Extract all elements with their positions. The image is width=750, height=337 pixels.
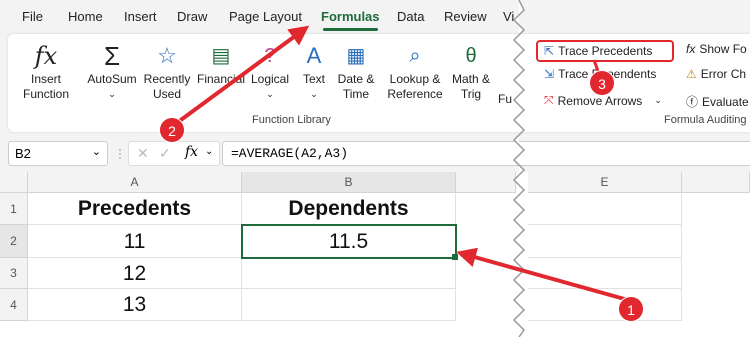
enter-icon[interactable]: ✓ (159, 145, 171, 162)
fx-icon: fx (34, 42, 58, 70)
show-formulas-icon: fx (686, 42, 696, 56)
fx-icon[interactable]: fx (185, 144, 198, 160)
math-trig-button[interactable]: θ Math & Trig (449, 42, 493, 102)
row-header-2[interactable]: 2 (0, 225, 28, 258)
callout-badge-1: 1 (618, 296, 644, 322)
chevron-down-icon: ⌄ (91, 146, 101, 158)
evaluate-formula-button[interactable]: ⓕ Evaluate (686, 93, 749, 110)
cell-e1[interactable] (528, 193, 682, 225)
formula-auditing-label: Formula Auditing (664, 114, 747, 126)
error-checking-button[interactable]: ⚠ Error Ch (686, 67, 746, 81)
cell-e4[interactable] (528, 289, 682, 321)
chevron-down-icon[interactable]: ⌄ (205, 146, 213, 157)
callout-badge-3: 3 (589, 70, 615, 96)
column-header-f[interactable] (682, 172, 750, 193)
fill-handle[interactable] (452, 254, 458, 260)
trace-precedents-icon: ⇱ (544, 44, 555, 58)
tab-data[interactable]: Data (397, 9, 424, 24)
selected-cell-outline (241, 224, 457, 259)
autosum-button[interactable]: Σ AutoSum ⌄ (82, 42, 142, 102)
cell-a4[interactable]: 13 (28, 289, 242, 321)
tab-file[interactable]: File (22, 9, 43, 24)
formula-bar: B2 ⌄ ⋮ ✕ ✓ fx ⌄ =AVERAGE(A2,A3) (0, 138, 750, 172)
name-box[interactable]: B2 ⌄ (8, 141, 108, 166)
recently-used-button[interactable]: ☆ Recently Used (142, 42, 192, 102)
tab-insert[interactable]: Insert (124, 9, 157, 24)
tab-home[interactable]: Home (68, 9, 103, 24)
question-book-icon: ? (264, 45, 276, 67)
remove-arrows-icon: ⤧ (544, 93, 554, 107)
cell-e3[interactable] (528, 258, 682, 289)
tab-draw[interactable]: Draw (177, 9, 207, 24)
callout-badge-2: 2 (159, 117, 185, 143)
date-time-button[interactable]: ▦ Date & Time (334, 42, 378, 102)
formula-input[interactable]: =AVERAGE(A2,A3) (222, 141, 750, 166)
cell-b4[interactable] (242, 289, 456, 321)
insert-function-button[interactable]: fx Insert Function (20, 42, 72, 102)
column-header-b[interactable]: B (242, 172, 456, 193)
column-header-e[interactable]: E (528, 172, 682, 193)
ribbon-tabs: File Home Insert Draw Page Layout Formul… (0, 0, 750, 34)
formula-controls: ✕ ✓ fx ⌄ (128, 141, 220, 166)
magnifier-book-icon: ⌕ (409, 45, 421, 67)
sigma-icon: Σ (103, 41, 121, 71)
row-header-3[interactable]: 3 (0, 258, 28, 289)
cancel-icon[interactable]: ✕ (137, 145, 149, 162)
column-header-a[interactable]: A (28, 172, 242, 193)
calendar-icon: ▦ (346, 45, 366, 67)
active-tab-indicator (323, 28, 378, 31)
row-header-4[interactable]: 4 (0, 289, 28, 321)
text-button[interactable]: A Text ⌄ (296, 42, 332, 102)
cell-a2[interactable]: 11 (28, 225, 242, 258)
more-options-icon: ⋮ (114, 147, 126, 161)
cell-a1[interactable]: Precedents (28, 193, 242, 225)
tab-review[interactable]: Review (444, 9, 487, 24)
column-header-filler[interactable] (456, 172, 516, 193)
trace-precedents-button[interactable]: ⇱ Trace Precedents (536, 40, 674, 62)
evaluate-icon: ⓕ (686, 95, 699, 109)
cell-b3[interactable] (242, 258, 456, 289)
row-header-1[interactable]: 1 (0, 193, 28, 225)
database-icon: ▤ (211, 45, 231, 67)
cell-e2[interactable] (528, 225, 682, 258)
cell-a3[interactable]: 12 (28, 258, 242, 289)
warning-icon: ⚠ (686, 67, 697, 81)
lookup-reference-button[interactable]: ⌕ Lookup & Reference (384, 42, 446, 102)
torn-edge-separator (512, 0, 526, 337)
logical-button[interactable]: ? Logical ⌄ (248, 42, 292, 102)
ribbon-panel: fx Insert Function Σ AutoSum ⌄ ☆ Recentl… (8, 34, 750, 132)
function-library-label: Function Library (252, 114, 331, 126)
financial-button[interactable]: ▤ Financial (195, 42, 247, 87)
show-formulas-button[interactable]: fx Show Fo (686, 42, 747, 56)
trace-dependents-icon: ⇲ (544, 67, 555, 81)
text-a-icon: A (306, 43, 322, 68)
star-icon: ☆ (157, 43, 177, 68)
tab-formulas[interactable]: Formulas (321, 9, 380, 24)
select-all-corner[interactable] (0, 172, 28, 193)
cell-b1[interactable]: Dependents (242, 193, 456, 225)
tab-page-layout[interactable]: Page Layout (229, 9, 302, 24)
theta-icon: θ (465, 45, 477, 67)
